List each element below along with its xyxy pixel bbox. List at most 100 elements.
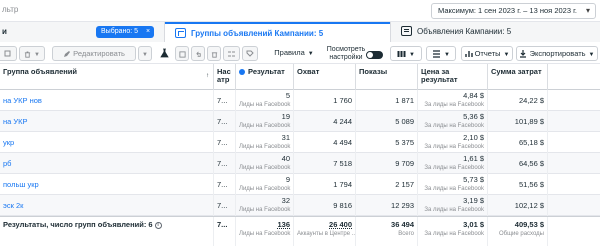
col-delivery[interactable]: Нас атр (214, 64, 236, 90)
adset-name-link[interactable]: польш укр (3, 180, 39, 189)
table-row[interactable]: польш укр 7... 9 Лиды на Facebook 1 794 2… (0, 174, 600, 195)
columns-icon (397, 51, 406, 58)
columns-button[interactable]: ▼ (390, 46, 422, 61)
adsets-table: Группа объявлений ↑ Нас атр Результат Охв… (0, 64, 600, 246)
edit-button[interactable]: Редактировать (52, 46, 136, 61)
cpr-value: 5,36 $ (463, 112, 484, 121)
totals-cpr: 3,01 $ За лиды на Facebook (418, 217, 488, 246)
impressions-cell: 5 089 (356, 111, 418, 132)
spent-cell: 51,56 $ (488, 174, 548, 195)
results-cell: 9 Лиды на Facebook (236, 174, 294, 195)
reach-cell: 4 494 (294, 132, 356, 153)
lab-button[interactable] (156, 46, 172, 61)
search-input[interactable]: льтр (2, 5, 18, 14)
totals-impressions: 36 494 Всего (356, 217, 418, 246)
cpr-sub: За лиды на Facebook (424, 207, 484, 213)
more-actions-button[interactable]: ▼ (19, 46, 45, 61)
chevron-down-icon: ▼ (307, 51, 314, 57)
copy-button[interactable] (175, 46, 189, 61)
chevron-down-icon: ▾ (585, 6, 590, 15)
edit-label: Редактировать (73, 49, 125, 58)
info-icon[interactable]: i (154, 221, 162, 229)
tab-adsets[interactable]: Группы объявлений Кампании: 5 (165, 22, 390, 42)
breakdown-button[interactable]: ▼ (426, 46, 456, 61)
cpr-value: 4,84 $ (463, 91, 484, 100)
col-reach[interactable]: Охват (294, 64, 356, 90)
extra-cell (548, 195, 600, 216)
selected-count-pill[interactable]: Выбрано: 5 × (96, 26, 155, 38)
extra-cell (548, 90, 600, 111)
table-toolbar: ▼ Редактировать ▼ Правила ▼ Посмотреть на… (0, 42, 600, 64)
col-amount-spent[interactable]: Сумма затрат (488, 64, 548, 90)
table-row[interactable]: рб 7... 40 Лиды на Facebook 7 518 9 709 1… (0, 153, 600, 174)
cpr-sub: За лиды на Facebook (424, 102, 484, 108)
adset-name-link[interactable]: эск 2к (3, 201, 23, 210)
duplicate-button[interactable] (0, 46, 17, 61)
col-extra (548, 64, 600, 90)
totals-results: 136 Лиды на Facebook (236, 217, 294, 246)
totals-reach-value: 26 400 (329, 220, 352, 229)
totals-reach-sub: Аккаунты в Центре ... (297, 231, 356, 237)
adset-name-link[interactable]: на УКР нов (3, 96, 42, 105)
tag-icon (246, 50, 254, 57)
col-delivery-label: Нас атр (217, 67, 231, 84)
col-results[interactable]: Результат (236, 64, 294, 90)
reach-cell: 9 816 (294, 195, 356, 216)
selected-count-label: Выбрано: 5 (101, 28, 139, 35)
view-settings-toggle[interactable] (366, 51, 383, 59)
cpr-sub: За лиды на Facebook (424, 144, 484, 150)
edit-dropdown-button[interactable]: ▼ (138, 46, 152, 61)
extra-cell (548, 111, 600, 132)
results-sub: Лиды на Facebook (239, 102, 291, 108)
totals-results-value: 136 (277, 220, 290, 229)
reach-cell: 1 794 (294, 174, 356, 195)
results-value: 9 (285, 175, 290, 184)
results-value: 32 (281, 196, 290, 205)
close-icon[interactable]: × (146, 26, 150, 38)
cpr-cell: 5,36 $ За лиды на Facebook (418, 111, 488, 132)
totals-impressions-sub: Всего (398, 231, 414, 237)
sort-icon: ↑ (206, 73, 209, 79)
toggle-knob (367, 52, 373, 58)
breakdown-icon (433, 50, 441, 58)
ab-test-button[interactable] (223, 46, 240, 61)
table-row[interactable]: на УКР нов 7... 5 Лиды на Facebook 1 760 … (0, 90, 600, 111)
results-value: 5 (285, 91, 290, 100)
ab-test-icon (228, 51, 235, 57)
table-row[interactable]: на УКР 7... 19 Лиды на Facebook 4 244 5 0… (0, 111, 600, 132)
table-row[interactable]: укр 7... 31 Лиды на Facebook 4 494 5 375 … (0, 132, 600, 153)
level-tabs: и Выбрано: 5 × Группы объявлений Кампани… (0, 22, 600, 42)
totals-label-cell: Результаты, число групп объявлений: 6i (0, 217, 214, 246)
date-range-picker[interactable]: Максимум: 1 сен 2023 г. – 13 ноя 2023 г.… (430, 3, 596, 19)
cpr-cell: 3,19 $ За лиды на Facebook (418, 195, 488, 216)
export-label: Экспортировать (529, 49, 586, 58)
col-name[interactable]: Группа объявлений ↑ (0, 64, 214, 90)
rules-button[interactable]: Правила ▼ (267, 46, 321, 61)
totals-spent-sub: Общие расходы (498, 231, 544, 237)
reports-button[interactable]: Отчеты ▼ (461, 46, 513, 61)
pencil-icon (64, 51, 71, 58)
impressions-cell: 9 709 (356, 153, 418, 174)
totals-spent: 409,53 $ Общие расходы (488, 217, 548, 246)
table-row[interactable]: эск 2к 7... 32 Лиды на Facebook 9 816 12 … (0, 195, 600, 216)
tag-button[interactable] (242, 46, 258, 61)
ads-icon (401, 25, 412, 36)
delivery-cell: 7... (214, 153, 236, 174)
results-cell: 19 Лиды на Facebook (236, 111, 294, 132)
adset-name-link[interactable]: на УКР (3, 117, 28, 126)
filter-bar: льтр Максимум: 1 сен 2023 г. – 13 ноя 20… (0, 0, 600, 22)
adset-name-link[interactable]: рб (3, 159, 11, 168)
tab-campaigns-label: и (2, 27, 7, 36)
tab-campaigns[interactable]: и Выбрано: 5 × (0, 22, 165, 42)
results-cell: 31 Лиды на Facebook (236, 132, 294, 153)
export-button[interactable]: Экспортировать ▼ (516, 46, 598, 61)
adset-name-link[interactable]: укр (3, 138, 14, 147)
delete-button[interactable] (207, 46, 221, 61)
undo-button[interactable] (191, 46, 205, 61)
chevron-down-icon: ▼ (409, 52, 415, 58)
chevron-down-icon: ▼ (444, 52, 450, 58)
tab-ads[interactable]: Объявления Кампании: 5 (390, 22, 600, 42)
col-impressions[interactable]: Показы (356, 64, 418, 90)
results-cell: 32 Лиды на Facebook (236, 195, 294, 216)
col-cost-per-result[interactable]: Цена за результат (418, 64, 488, 90)
